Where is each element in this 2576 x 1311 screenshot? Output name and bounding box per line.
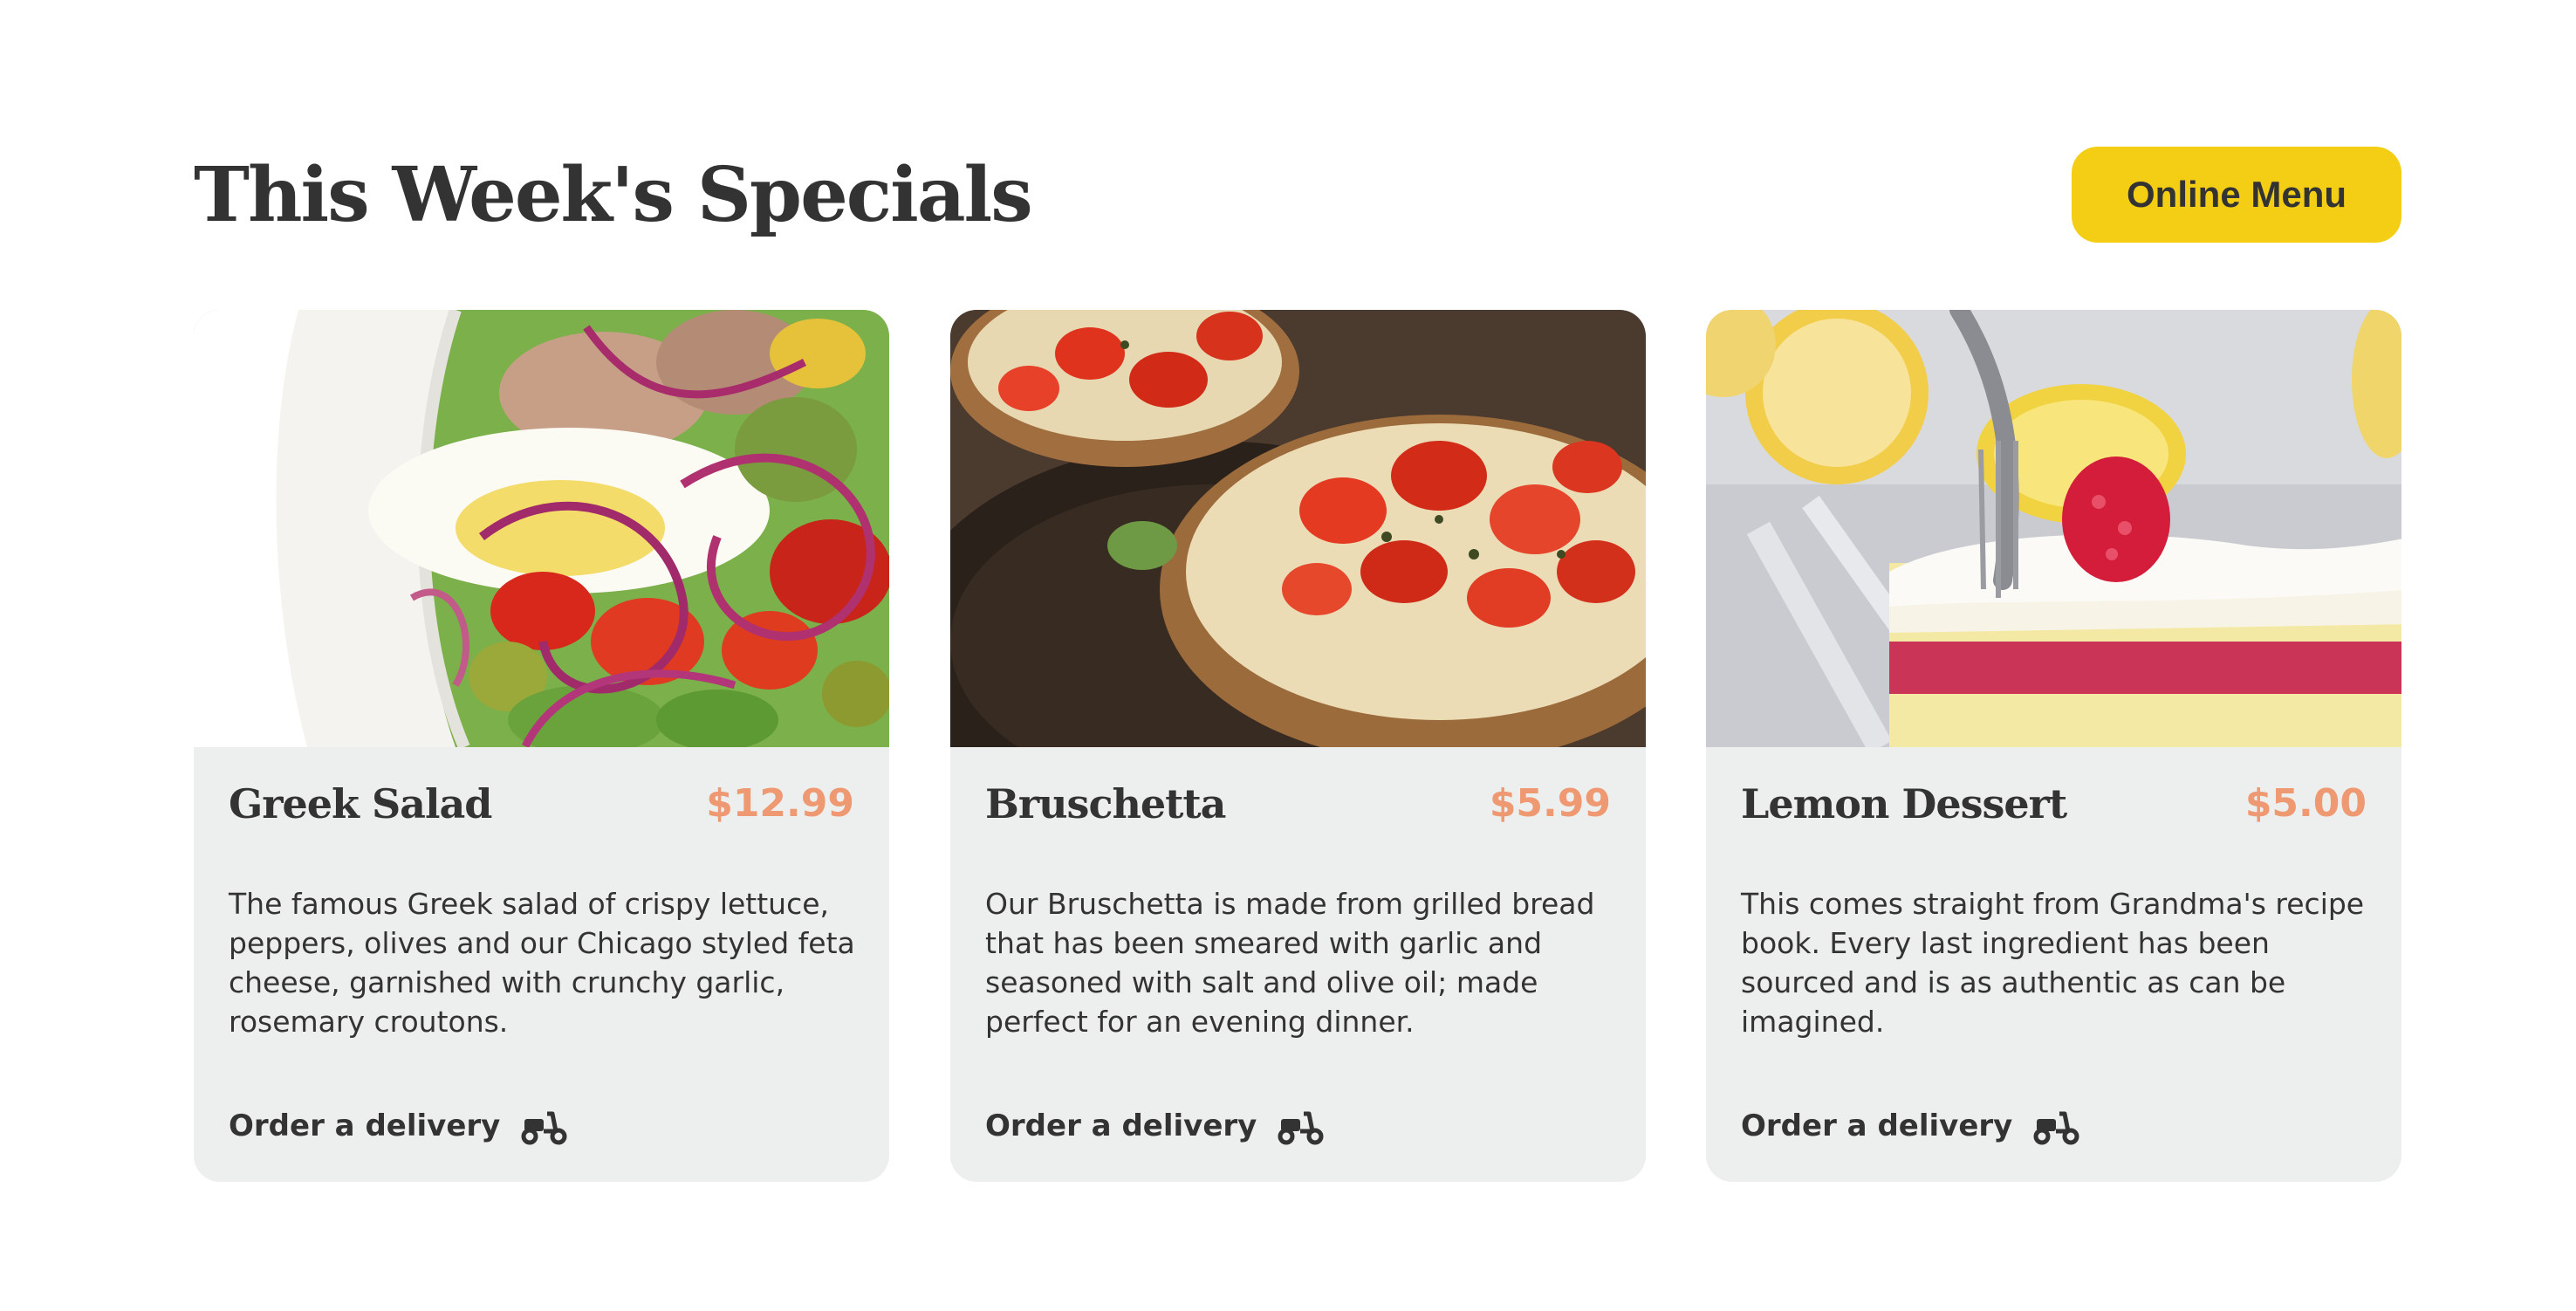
dish-name: Greek Salad (229, 780, 492, 827)
bruschetta-photo (950, 310, 1646, 747)
greek-salad-photo (194, 310, 889, 747)
special-card-lemon-dessert: Lemon Dessert $5.00 This comes straight … (1706, 310, 2401, 1182)
page-title: This Week's Specials (194, 151, 1033, 239)
scooter-icon (1278, 1107, 1325, 1145)
lemon-dessert-photo (1706, 310, 2401, 747)
order-delivery-label: Order a delivery (229, 1109, 501, 1143)
dish-price: $5.99 (1489, 781, 1611, 826)
dish-name: Lemon Dessert (1741, 780, 2067, 827)
online-menu-button[interactable]: Online Menu (2072, 147, 2401, 243)
order-delivery-link[interactable]: Order a delivery (229, 1100, 568, 1152)
dish-description: This comes straight from Grandma's recip… (1741, 887, 2365, 1039)
specials-page: This Week's Specials Online Menu Greek S… (0, 0, 2576, 1311)
dish-price: $12.99 (706, 781, 854, 826)
scooter-icon (2033, 1107, 2080, 1145)
order-delivery-label: Order a delivery (1741, 1109, 2013, 1143)
order-delivery-link[interactable]: Order a delivery (985, 1100, 1325, 1152)
dish-description: Our Bruschetta is made from grilled brea… (985, 887, 1595, 1039)
scooter-icon (521, 1107, 568, 1145)
special-card-greek-salad: Greek Salad $12.99 The famous Greek sala… (194, 310, 889, 1182)
special-card-bruschetta: Bruschetta $5.99 Our Bruschetta is made … (950, 310, 1646, 1182)
order-delivery-label: Order a delivery (985, 1109, 1257, 1143)
specials-header: This Week's Specials Online Menu (194, 147, 2401, 244)
dish-description: The famous Greek salad of crispy lettuce… (229, 887, 855, 1039)
dish-name: Bruschetta (985, 780, 1226, 827)
dish-price: $5.00 (2244, 781, 2367, 826)
order-delivery-link[interactable]: Order a delivery (1741, 1100, 2080, 1152)
